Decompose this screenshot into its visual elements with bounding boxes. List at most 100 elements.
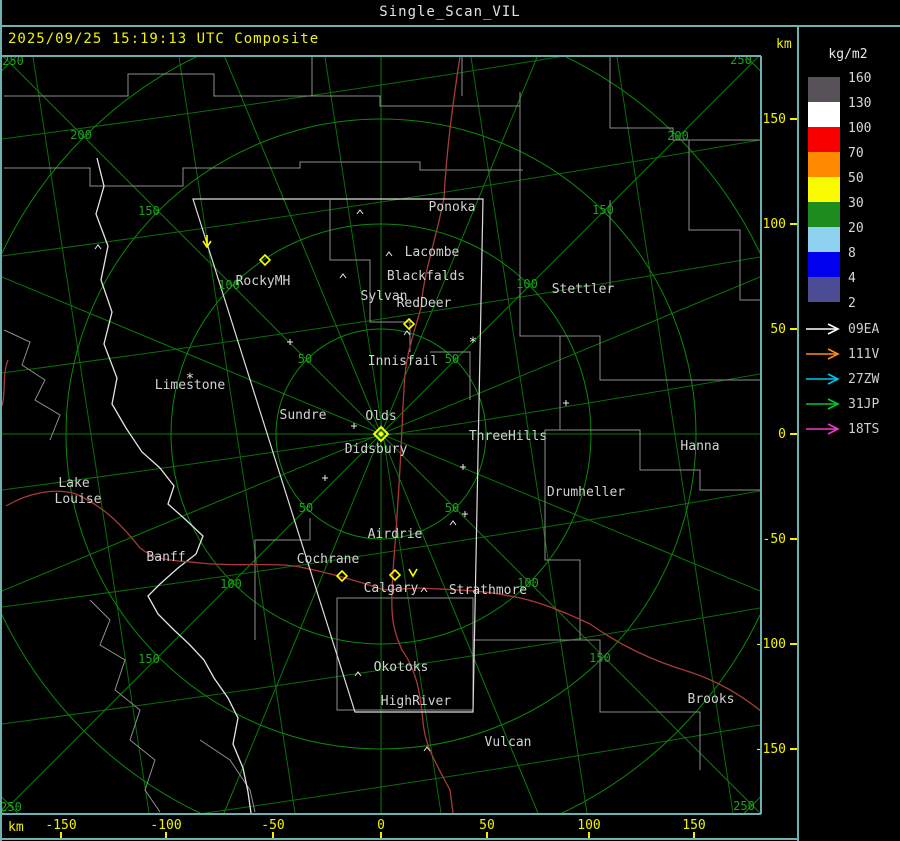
city-label-louise: Louise bbox=[55, 492, 102, 507]
city-label-okotoks: Okotoks bbox=[374, 660, 429, 675]
radar-id-111V: 111V bbox=[848, 347, 879, 362]
range-ring-label: 50 bbox=[299, 501, 313, 515]
city-label-lacombe: Lacombe bbox=[405, 245, 460, 260]
range-ring-label: 200 bbox=[70, 128, 92, 142]
city-label-lake: Lake bbox=[58, 476, 89, 491]
city-label-brooks: Brooks bbox=[688, 692, 735, 707]
city-label-highriver: HighRiver bbox=[381, 694, 452, 709]
legend-value-50: 50 bbox=[848, 171, 864, 186]
legend-value-100: 100 bbox=[848, 121, 871, 136]
legend-value-130: 130 bbox=[848, 96, 871, 111]
town-caret-icon bbox=[339, 273, 347, 279]
town-plus-icon bbox=[563, 400, 569, 406]
city-label-hanna: Hanna bbox=[680, 439, 719, 454]
town-plus-icon bbox=[287, 339, 293, 345]
legend-swatch-20 bbox=[808, 227, 840, 252]
axes: -150 -100 -50 0 50 100 150 150 100 50 0 -50 -100 -150… bbox=[8, 37, 797, 838]
radar-site-diamond-icon bbox=[388, 568, 402, 582]
range-ring-label: 50 bbox=[445, 352, 459, 366]
town-star-icon: * bbox=[469, 335, 477, 351]
city-label-drumheller: Drumheller bbox=[547, 485, 625, 500]
radar-id-18TS: 18TS bbox=[848, 422, 879, 437]
range-ring-label: 150 bbox=[138, 204, 160, 218]
x-tick-label: 100 bbox=[577, 818, 600, 833]
y-tick-label: 100 bbox=[763, 217, 786, 232]
range-ring-label: 150 bbox=[592, 203, 614, 217]
graticule-meridian bbox=[178, 57, 296, 813]
radar-viewer-window: Single_Scan_VIL 2025/09/25 15:19:13 UTC … bbox=[0, 0, 900, 841]
color-scale-legend: kg/m2 160 130 100 70 50 30 20 8 4 2 09EA 111V 27ZW 31J… bbox=[806, 47, 879, 437]
town-caret-icon bbox=[385, 251, 393, 257]
city-label-strathmore: Strathmore bbox=[449, 583, 527, 598]
legend-swatch-160 bbox=[808, 77, 840, 102]
x-tick-label: -150 bbox=[45, 818, 76, 833]
radar-id-31JP: 31JP bbox=[848, 397, 879, 412]
city-label-olds: Olds bbox=[365, 409, 396, 424]
radar-map-canvas[interactable]: 50 5050 50100 100100 100150 150150 150200 20025… bbox=[0, 0, 900, 841]
legend-swatch-8 bbox=[808, 252, 840, 277]
site-markers: ** bbox=[94, 209, 569, 752]
y-tick-label: 50 bbox=[770, 322, 786, 337]
radar-site-diamond-icon bbox=[402, 317, 416, 331]
city-label-ponoka: Ponoka bbox=[429, 200, 476, 215]
legend-value-30: 30 bbox=[848, 196, 864, 211]
legend-value-160: 160 bbox=[848, 71, 871, 86]
x-axis-unit-km: km bbox=[8, 820, 24, 835]
y-axis-unit-km: km bbox=[776, 37, 792, 52]
town-caret-icon bbox=[356, 209, 364, 215]
city-label-innisfail: Innisfail bbox=[368, 354, 438, 369]
town-plus-icon bbox=[322, 475, 328, 481]
legend-swatch-30 bbox=[808, 202, 840, 227]
city-label-blackfalds: Blackfalds bbox=[387, 269, 465, 284]
city-label-didsbury: Didsbury bbox=[345, 442, 408, 457]
x-tick-label: 150 bbox=[682, 818, 705, 833]
legend-unit-title: kg/m2 bbox=[828, 47, 867, 62]
city-label-calgary: Calgary bbox=[364, 581, 419, 596]
x-tick-label: 50 bbox=[479, 818, 495, 833]
range-ring-label: 150 bbox=[589, 651, 611, 665]
city-labels: PonokaLacombeBlackfaldsSylvanRedDeerStet… bbox=[55, 200, 735, 750]
town-star-icon: * bbox=[186, 371, 194, 387]
radar-id-09EA: 09EA bbox=[848, 322, 879, 337]
x-tick-label: 0 bbox=[377, 818, 385, 833]
city-label-stettler: Stettler bbox=[552, 282, 615, 297]
x-tick-label: -50 bbox=[261, 818, 284, 833]
provincial-boundary bbox=[95, 157, 252, 813]
legend-swatch-130 bbox=[808, 102, 840, 127]
city-label-airdrie: Airdrie bbox=[368, 527, 423, 542]
town-caret-icon bbox=[449, 520, 457, 526]
azimuth-spoke bbox=[2, 57, 759, 813]
range-ring-label: 100 bbox=[516, 277, 538, 291]
legend-value-4: 4 bbox=[848, 271, 856, 286]
legend-swatch-50 bbox=[808, 177, 840, 202]
y-tick-label: -50 bbox=[763, 532, 786, 547]
legend-value-20: 20 bbox=[848, 221, 864, 236]
city-label-reddeer: RedDeer bbox=[397, 296, 452, 311]
y-tick-label: 150 bbox=[763, 112, 786, 127]
azimuth-spoke bbox=[3, 57, 760, 813]
radar-id-27ZW: 27ZW bbox=[848, 372, 879, 387]
town-caret-icon bbox=[94, 244, 102, 250]
city-label-banff: Banff bbox=[146, 550, 185, 565]
range-ring-label: 100 bbox=[220, 577, 242, 591]
range-ring-label: 50 bbox=[445, 501, 459, 515]
legend-swatch-70 bbox=[808, 152, 840, 177]
city-label-cochrane: Cochrane bbox=[297, 552, 360, 567]
y-tick-label: -100 bbox=[755, 637, 786, 652]
graticule-meridian bbox=[32, 57, 150, 813]
range-ring-label: 150 bbox=[138, 652, 160, 666]
y-tick-label: -150 bbox=[755, 742, 786, 757]
legend-value-70: 70 bbox=[848, 146, 864, 161]
range-ring-label: 250 bbox=[0, 800, 22, 814]
x-tick-label: -100 bbox=[150, 818, 181, 833]
range-ring-label: 50 bbox=[298, 352, 312, 366]
legend-value-2: 2 bbox=[848, 296, 856, 311]
city-label-sundre: Sundre bbox=[280, 408, 327, 423]
city-label-vulcan: Vulcan bbox=[485, 735, 532, 750]
range-ring-label: 250 bbox=[733, 799, 755, 813]
legend-swatch-100 bbox=[808, 127, 840, 152]
range-ring-label: 200 bbox=[667, 129, 689, 143]
y-tick-label: 0 bbox=[778, 427, 786, 442]
yellow-chevron-down-icon bbox=[408, 568, 418, 578]
city-label-rockymh: RockyMH bbox=[236, 274, 291, 289]
